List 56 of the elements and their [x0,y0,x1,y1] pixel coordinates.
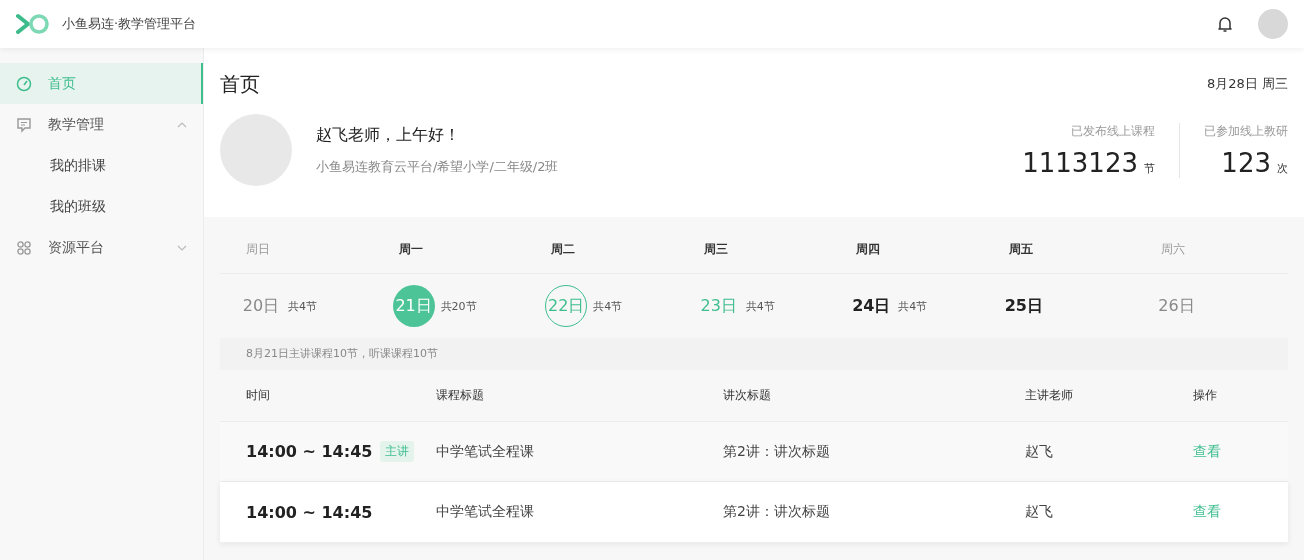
lesson-count: 共4节 [745,298,775,314]
column-header: 时间 [246,387,271,404]
time-cell: 14:00 ~ 14:45 [246,442,373,461]
weekday-label: 周三 [702,240,729,258]
comment-icon [16,116,32,133]
teacher-cell-text: 赵飞 [1025,442,1054,461]
date-button[interactable]: 21日 [392,285,435,327]
weekday-label: 周一 [397,240,424,258]
time-cell: 14:00 ~ 14:45 [246,502,373,522]
column-header: 课程标题 [436,387,485,404]
sidebar-subitem[interactable]: 我的排课 [0,145,203,186]
stat-unit: 次 [1277,161,1288,175]
sidebar-item[interactable]: 首页 [0,63,203,104]
weekday-label: 周六 [1160,240,1187,258]
stat-label: 已参加线上教研 [1204,122,1288,140]
lesson-count: 共20节 [440,298,477,314]
weekday-label: 周四 [855,240,882,258]
sidebar-item[interactable]: 资源平台 [0,227,203,268]
logo-icon [16,13,50,35]
course-cell-text: 中学笔试全程课 [436,503,535,521]
current-date: 8月28日 周三 [1207,75,1288,93]
teacher-cell-text: 赵飞 [1025,503,1054,521]
date-button[interactable]: 23日 [697,285,740,327]
sidebar-item[interactable]: 教学管理 [0,104,203,145]
view-link[interactable]: 查看 [1193,442,1288,461]
weekday-label: 周二 [550,240,577,258]
bell-icon[interactable] [1216,15,1234,33]
day-summary: 8月21日主讲课程10节，听课课程10节 [220,338,1288,370]
stat-unit: 节 [1144,161,1155,175]
column-header: 操作 [1193,387,1218,404]
stat-value: 1113123 [1022,147,1138,178]
weekday-label: 周五 [1007,240,1034,258]
view-link[interactable]: 查看 [1193,503,1288,521]
date-button[interactable]: 26日 [1155,285,1198,327]
date-button[interactable]: 20日 [240,285,282,327]
stat-label: 已发布线上课程 [1070,122,1155,140]
column-header: 讲次标题 [723,387,772,404]
column-header: 主讲老师 [1025,387,1074,404]
weekday-label: 周日 [245,240,271,258]
lesson-count: 共4节 [288,298,317,314]
course-cell-text: 中学笔试全程课 [436,442,535,461]
date-button[interactable]: 24日 [850,285,893,327]
lesson-count: 共4节 [898,298,928,314]
role-tag: 主讲 [380,441,415,462]
brand-name: 小鱼易连·教学管理平台 [62,15,197,33]
gauge-icon [16,75,32,92]
lesson-count: 共4节 [593,298,623,314]
organization-path: 小鱼易连教育云平台/希望小学/二年级/2班 [316,157,560,176]
stat-value: 123 [1221,147,1271,178]
sidebar-subitem[interactable]: 我的班级 [0,186,203,227]
lesson-cell-text: 第2讲：讲次标题 [723,442,831,461]
date-button[interactable]: 25日 [1002,285,1045,327]
grid-icon [16,239,32,256]
page-title: 首页 [220,70,260,98]
lesson-cell-text: 第2讲：讲次标题 [723,503,831,521]
greeting: 赵飞老师，上午好！ [316,124,461,146]
